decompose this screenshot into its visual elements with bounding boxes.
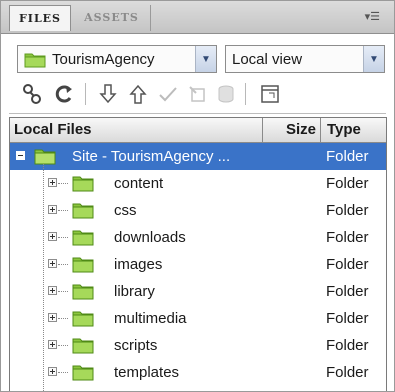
expand-icon[interactable]	[48, 286, 57, 295]
panel-tab-bar: FILES ASSETS ▾☰	[1, 1, 394, 34]
folder-icon	[72, 364, 94, 381]
folder-icon	[72, 202, 94, 219]
folder-icon	[72, 229, 94, 246]
expand-icon[interactable]	[48, 313, 57, 322]
connect-icon[interactable]	[19, 81, 45, 107]
tree-row-label: multimedia	[114, 310, 187, 327]
tree-row-templates[interactable]: templates Folder	[10, 359, 386, 386]
site-select-value: TourismAgency	[52, 50, 155, 68]
get-files-icon[interactable]	[95, 81, 121, 107]
check-out-icon[interactable]	[155, 81, 181, 107]
folder-icon	[72, 175, 94, 192]
refresh-icon[interactable]	[51, 81, 77, 107]
tree-connector	[58, 237, 68, 239]
tree-row-multimedia[interactable]: multimedia Folder	[10, 305, 386, 332]
tab-files[interactable]: FILES	[9, 5, 71, 31]
panel-menu-icon[interactable]: ▾☰	[365, 10, 380, 23]
folder-icon	[72, 310, 94, 327]
folder-icon	[72, 256, 94, 273]
toolbar-separator	[245, 83, 246, 105]
tree-row-css[interactable]: css Folder	[10, 197, 386, 224]
tree-connector	[58, 291, 68, 293]
tree-row-label: images	[114, 256, 163, 273]
file-list: Local Files Size Type Site - TourismAgen…	[9, 117, 387, 391]
tree-row-images[interactable]: images Folder	[10, 251, 386, 278]
tree-row-type: Folder	[326, 202, 369, 219]
tree-row-type: Folder	[326, 310, 369, 327]
tree-row-type: Folder	[326, 364, 369, 381]
tab-assets[interactable]: ASSETS	[73, 5, 151, 31]
tree-row-scripts[interactable]: scripts Folder	[10, 332, 386, 359]
tree-row-label: library	[114, 283, 155, 300]
column-header-type[interactable]: Type	[320, 118, 386, 142]
chevron-down-icon[interactable]: ▼	[363, 46, 384, 72]
tree-row-downloads[interactable]: downloads Folder	[10, 224, 386, 251]
expand-icon[interactable]	[48, 178, 57, 187]
tree-row-type: Folder	[326, 175, 369, 192]
put-files-icon[interactable]	[125, 81, 151, 107]
tree-row-label: scripts	[114, 337, 158, 354]
tree-row-type: Folder	[326, 337, 369, 354]
tree-connector	[58, 210, 68, 212]
tree-row-label: templates	[114, 364, 180, 381]
chevron-down-icon[interactable]: ▼	[195, 46, 216, 72]
check-in-icon[interactable]	[185, 81, 211, 107]
tree-connector	[58, 318, 68, 320]
folder-icon	[34, 148, 56, 165]
site-view-row: TourismAgency ▼ Local view ▼	[17, 45, 385, 75]
site-select[interactable]: TourismAgency ▼	[17, 45, 217, 73]
files-toolbar	[13, 79, 384, 109]
site-folder-icon	[24, 53, 46, 67]
files-panel: FILES ASSETS ▾☰ TourismAgency ▼ Local vi…	[0, 0, 395, 392]
tree-row-type: Folder	[326, 148, 369, 165]
tree-row-type: Folder	[326, 256, 369, 273]
tree-row-type: Folder	[326, 283, 369, 300]
column-header-local-files[interactable]: Local Files	[14, 118, 262, 142]
expand-icon[interactable]	[48, 259, 57, 268]
column-header-size[interactable]: Size	[262, 118, 320, 142]
file-list-header: Local Files Size Type	[10, 118, 386, 143]
toolbar-separator	[85, 83, 86, 105]
view-select[interactable]: Local view ▼	[225, 45, 385, 73]
expand-icon[interactable]	[48, 367, 57, 376]
view-select-value: Local view	[232, 50, 303, 68]
folder-icon	[72, 337, 94, 354]
tree-row-label: downloads	[114, 229, 186, 246]
tree-row-label: content	[114, 175, 164, 192]
expand-icon[interactable]	[48, 232, 57, 241]
tree-connector	[58, 345, 68, 347]
tree-row-label: Site - TourismAgency ...	[72, 148, 231, 165]
synchronize-icon[interactable]	[213, 81, 239, 107]
expand-icon[interactable]	[48, 205, 57, 214]
expand-panel-icon[interactable]	[257, 81, 283, 107]
collapse-icon[interactable]	[16, 151, 25, 160]
toolbar-divider	[9, 113, 386, 114]
tree-connector	[58, 372, 68, 374]
tree-guide-line	[43, 164, 44, 391]
tree-row-type: Folder	[326, 229, 369, 246]
folder-icon	[72, 283, 94, 300]
expand-icon[interactable]	[48, 340, 57, 349]
tree-row-root[interactable]: Site - TourismAgency ... Folder	[10, 143, 386, 170]
tree-row-content[interactable]: content Folder	[10, 170, 386, 197]
tree-row-label: css	[114, 202, 137, 219]
tree-connector	[58, 183, 68, 185]
tree-row-library[interactable]: library Folder	[10, 278, 386, 305]
tree-connector	[58, 264, 68, 266]
